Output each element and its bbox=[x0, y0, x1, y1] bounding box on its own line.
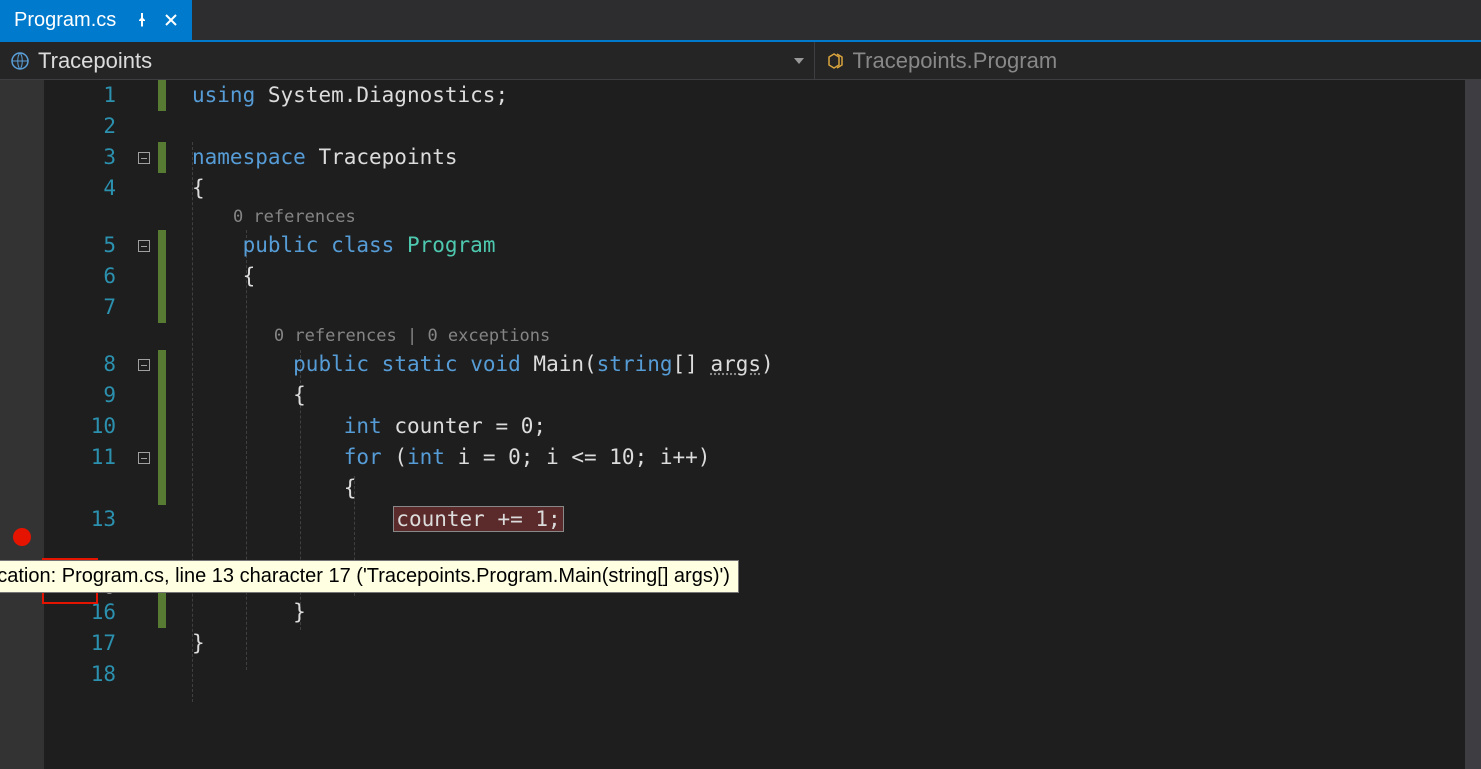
code-line[interactable]: { bbox=[192, 473, 1481, 504]
code-line[interactable]: namespace Tracepoints bbox=[192, 142, 1481, 173]
tab-bar: Program.cs bbox=[0, 0, 1481, 42]
code-line[interactable]: public class Program bbox=[192, 230, 1481, 261]
code-line[interactable]: for (int i = 0; i <= 10; i++) bbox=[192, 442, 1481, 473]
file-tab[interactable]: Program.cs bbox=[0, 0, 192, 40]
line-no: 4 bbox=[44, 173, 116, 204]
code-line[interactable]: public static void Main(string[] args) bbox=[192, 349, 1481, 380]
breakpoint-tooltip: Location: Program.cs, line 13 character … bbox=[0, 560, 739, 593]
code-line[interactable]: } bbox=[192, 628, 1481, 659]
codelens[interactable]: 0 references bbox=[192, 204, 1481, 230]
line-no: 9 bbox=[44, 380, 116, 411]
line-no: 17 bbox=[44, 628, 116, 659]
close-icon[interactable] bbox=[164, 13, 178, 27]
fold-toggle-icon[interactable] bbox=[138, 359, 150, 371]
fold-toggle-icon[interactable] bbox=[138, 452, 150, 464]
editor[interactable]: 1 2 3 4 5 6 7 8 9 10 11 13 15 16 17 18 bbox=[0, 80, 1481, 769]
nav-bar: Tracepoints Tracepoints.Program bbox=[0, 42, 1481, 80]
tab-title: Program.cs bbox=[14, 9, 116, 32]
code-area[interactable]: using System.Diagnostics; namespace Trac… bbox=[158, 80, 1481, 769]
line-no bbox=[44, 473, 116, 504]
code-line[interactable] bbox=[192, 111, 1481, 142]
fold-gutter[interactable] bbox=[130, 80, 158, 769]
line-no: 11 bbox=[44, 442, 116, 473]
line-no: 3 bbox=[44, 142, 116, 173]
line-no: 13 bbox=[44, 504, 116, 535]
chevron-down-icon bbox=[794, 58, 804, 64]
nav-member-dropdown[interactable]: Tracepoints.Program bbox=[815, 42, 1481, 79]
code-line[interactable]: { bbox=[192, 380, 1481, 411]
breakpoint-marker-icon[interactable] bbox=[13, 528, 31, 546]
line-no: 7 bbox=[44, 292, 116, 323]
code-line[interactable]: int counter = 0; bbox=[192, 411, 1481, 442]
breakpoint-line-highlight: counter += 1; bbox=[394, 507, 562, 531]
line-no: 5 bbox=[44, 230, 116, 261]
namespace-icon bbox=[10, 51, 30, 71]
code-line[interactable]: { bbox=[192, 261, 1481, 292]
code-line[interactable]: using System.Diagnostics; bbox=[192, 80, 1481, 111]
nav-member-text: Tracepoints.Program bbox=[853, 48, 1058, 74]
nav-scope-dropdown[interactable]: Tracepoints bbox=[0, 42, 815, 79]
line-no: 2 bbox=[44, 111, 116, 142]
code-line[interactable]: } bbox=[192, 597, 1481, 628]
codelens[interactable]: 0 references | 0 exceptions bbox=[192, 323, 1481, 349]
breakpoint-gutter[interactable] bbox=[0, 80, 44, 769]
line-no-spacer bbox=[44, 323, 116, 349]
class-icon bbox=[825, 51, 845, 71]
code-line[interactable] bbox=[192, 292, 1481, 323]
line-no: 8 bbox=[44, 349, 116, 380]
line-no: 6 bbox=[44, 261, 116, 292]
line-no-spacer bbox=[44, 204, 116, 230]
fold-toggle-icon[interactable] bbox=[138, 240, 150, 252]
tooltip-text: Location: Program.cs, line 13 character … bbox=[0, 565, 730, 587]
pin-icon[interactable] bbox=[134, 12, 150, 28]
fold-toggle-icon[interactable] bbox=[138, 152, 150, 164]
line-no: 10 bbox=[44, 411, 116, 442]
line-no: 1 bbox=[44, 80, 116, 111]
code-line[interactable] bbox=[192, 659, 1481, 690]
nav-scope-text: Tracepoints bbox=[38, 48, 152, 74]
line-no: 18 bbox=[44, 659, 116, 690]
vertical-scrollbar[interactable] bbox=[1465, 80, 1481, 769]
line-number-gutter: 1 2 3 4 5 6 7 8 9 10 11 13 15 16 17 18 bbox=[44, 80, 130, 769]
code-line[interactable]: counter += 1; bbox=[192, 504, 1481, 535]
code-line[interactable]: { bbox=[192, 173, 1481, 204]
